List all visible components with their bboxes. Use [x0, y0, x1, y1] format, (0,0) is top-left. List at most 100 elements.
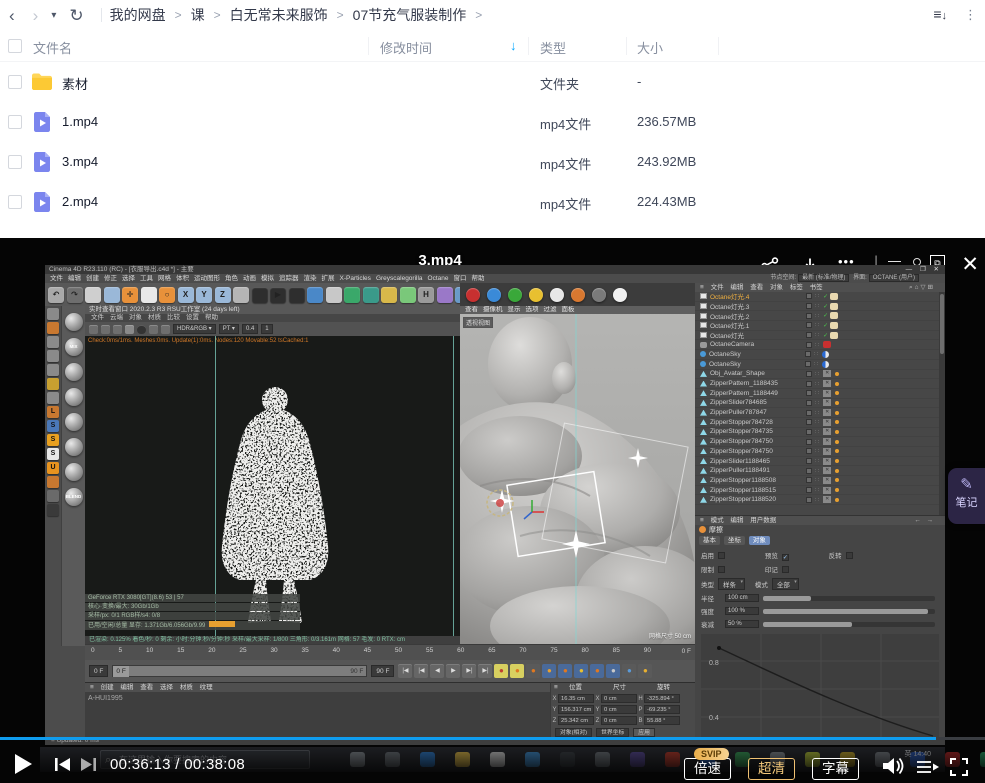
object-row[interactable]: ZipperStopper1188520: :✕	[695, 495, 939, 505]
toolbar-icon[interactable]	[400, 287, 416, 303]
attr-tab[interactable]: 坐标	[724, 536, 745, 545]
viewer-menu-item[interactable]: 云端	[110, 314, 123, 321]
c4d-menu-item[interactable]: 渲染	[304, 275, 317, 282]
viewer-menu-item[interactable]: 文件	[91, 314, 104, 321]
coord-mode-dropdown[interactable]: 对象(相对)	[555, 728, 592, 737]
octane-icon[interactable]	[550, 288, 564, 302]
viewer-menu-item[interactable]: 对象	[129, 314, 142, 321]
attr-checkbox[interactable]: 限制	[701, 564, 763, 574]
viewport-menu-item[interactable]: 摄像机	[483, 306, 503, 313]
transport-button[interactable]: |◀	[398, 664, 412, 678]
toolbar-icon[interactable]	[307, 287, 323, 303]
toolbar-icon[interactable]: X	[178, 287, 194, 303]
object-row[interactable]: ZipperSlider784685: :✕	[695, 399, 939, 409]
mode-icon[interactable]	[47, 490, 59, 502]
viewer-menu-item[interactable]: 设置	[186, 314, 199, 321]
keyframe-toggle-button[interactable]: ●	[542, 664, 556, 678]
forward-icon[interactable]: ›	[33, 7, 39, 24]
c4d-menu-item[interactable]: 网格	[158, 275, 171, 282]
coord-apply-button[interactable]: 应用	[633, 728, 655, 737]
material-menu-item[interactable]: 创建	[101, 684, 114, 691]
c4d-menu-item[interactable]: 选择	[122, 275, 135, 282]
coord-field[interactable]: 0 cm	[601, 694, 637, 703]
material-sphere-icon[interactable]: MIX	[65, 338, 83, 356]
end-frame-field[interactable]: 90 F	[371, 665, 394, 677]
attr-nav-arrows[interactable]: ← →	[914, 516, 935, 525]
volume-icon[interactable]	[882, 757, 904, 775]
transport-button[interactable]: ◀	[430, 664, 444, 678]
octane-icon[interactable]	[508, 288, 522, 302]
table-row-video[interactable]: 3.mp4 mp4文件 243.92MB	[0, 142, 985, 182]
player-progress-bar[interactable]	[0, 737, 985, 740]
slider-value-field[interactable]: 50 %	[725, 620, 759, 628]
table-row-video[interactable]: 2.mp4 mp4文件 224.43MB	[0, 182, 985, 222]
c4d-menu-item[interactable]: 文件	[50, 275, 63, 282]
material-menu-item[interactable]: 编辑	[120, 684, 133, 691]
viewer-gamma-field[interactable]: 1	[261, 324, 272, 334]
timeline-ruler[interactable]: 051015202530354045505560657075808590 0 F	[85, 644, 695, 660]
viewport-menu-item[interactable]: 过滤	[544, 306, 557, 313]
viewer-exposure-field[interactable]: 0.4	[242, 324, 258, 334]
file-name[interactable]: 1.mp4	[62, 114, 98, 129]
keyframe-toggle-button[interactable]: ●	[526, 664, 540, 678]
material-sphere-icon[interactable]: BLEND	[65, 488, 83, 506]
toolbar-icon[interactable]: ↷	[67, 287, 83, 303]
material-menu-item[interactable]: 纹理	[200, 684, 213, 691]
mode-icon[interactable]	[47, 378, 59, 390]
toolbar-icon[interactable]	[344, 287, 360, 303]
row-checkbox[interactable]	[8, 195, 22, 209]
view-toggle-icon[interactable]: ⋮	[964, 7, 977, 23]
column-filename[interactable]: 文件名	[33, 38, 72, 57]
viewer-camera-icon[interactable]	[149, 325, 158, 334]
octane-icon[interactable]	[571, 288, 585, 302]
toolbar-icon[interactable]: Z	[215, 287, 231, 303]
material-sphere-icon[interactable]	[65, 388, 83, 406]
c4d-menu-item[interactable]: Greyscalegorilla	[376, 275, 423, 282]
material-menu-item[interactable]: 查看	[140, 684, 153, 691]
viewer-menu-item[interactable]: 材质	[148, 314, 161, 321]
mode-icon[interactable]	[47, 364, 59, 376]
coord-field[interactable]: -325.894 °	[644, 694, 680, 703]
previous-button[interactable]	[54, 757, 71, 772]
c4d-menu-item[interactable]: 追踪器	[279, 275, 299, 282]
mode-icon[interactable]	[47, 476, 59, 488]
nodespace-dropdown[interactable]: 最新 (标准/物理)	[798, 274, 849, 282]
toolbar-icon[interactable]	[381, 287, 397, 303]
c4d-menu-item[interactable]: 体积	[176, 275, 189, 282]
c4d-menu-item[interactable]: 工具	[140, 275, 153, 282]
c4d-menu-item[interactable]: 模拟	[261, 275, 274, 282]
toolbar-icon[interactable]: H	[418, 287, 434, 303]
object-row[interactable]: ZipperStopper784750: :✕	[695, 437, 939, 447]
coord-space-dropdown[interactable]: 世界坐标	[596, 728, 629, 737]
row-checkbox[interactable]	[8, 155, 22, 169]
panel-burger-icon[interactable]: ≡	[700, 517, 704, 524]
mode-icon[interactable]: S	[47, 420, 59, 432]
mode-icon[interactable]	[47, 322, 59, 334]
object-row[interactable]: ZipperSlider1188465: :✕	[695, 457, 939, 467]
material-sphere-icon[interactable]	[65, 463, 83, 481]
mode-icon[interactable]: S	[47, 448, 59, 460]
octane-icon[interactable]	[613, 288, 627, 302]
object-row[interactable]: OctaneSky: :	[695, 360, 939, 370]
transport-button[interactable]: |◀	[414, 664, 428, 678]
c4d-menu-item[interactable]: 窗口	[454, 275, 467, 282]
breadcrumb-course[interactable]: 课	[191, 5, 205, 25]
keyframe-toggle-button[interactable]: ●	[606, 664, 620, 678]
column-size[interactable]: 大小	[637, 38, 663, 57]
transport-button[interactable]: ▶|	[478, 664, 492, 678]
viewer-lock-icon[interactable]	[137, 325, 146, 334]
attr-checkbox[interactable]: 反转	[829, 550, 891, 560]
toolbar-icon[interactable]: ▶	[270, 287, 286, 303]
attr-menu-item[interactable]: 编辑	[730, 517, 743, 524]
toolbar-icon[interactable]	[363, 287, 379, 303]
coord-field[interactable]: 0 cm	[601, 716, 637, 725]
fullscreen-icon[interactable]	[950, 758, 968, 776]
material-menu-item[interactable]: 选择	[160, 684, 173, 691]
attr-checkbox[interactable]: 印记	[765, 564, 827, 574]
viewer-kernel-dropdown[interactable]: PT ▾	[219, 324, 239, 334]
timeline-range-slider[interactable]: 0 F 90 F	[112, 665, 367, 677]
c4d-menu-item[interactable]: 角色	[225, 275, 238, 282]
toolbar-icon[interactable]	[85, 287, 101, 303]
row-checkbox[interactable]	[8, 75, 22, 89]
material-sphere-icon[interactable]	[65, 413, 83, 431]
